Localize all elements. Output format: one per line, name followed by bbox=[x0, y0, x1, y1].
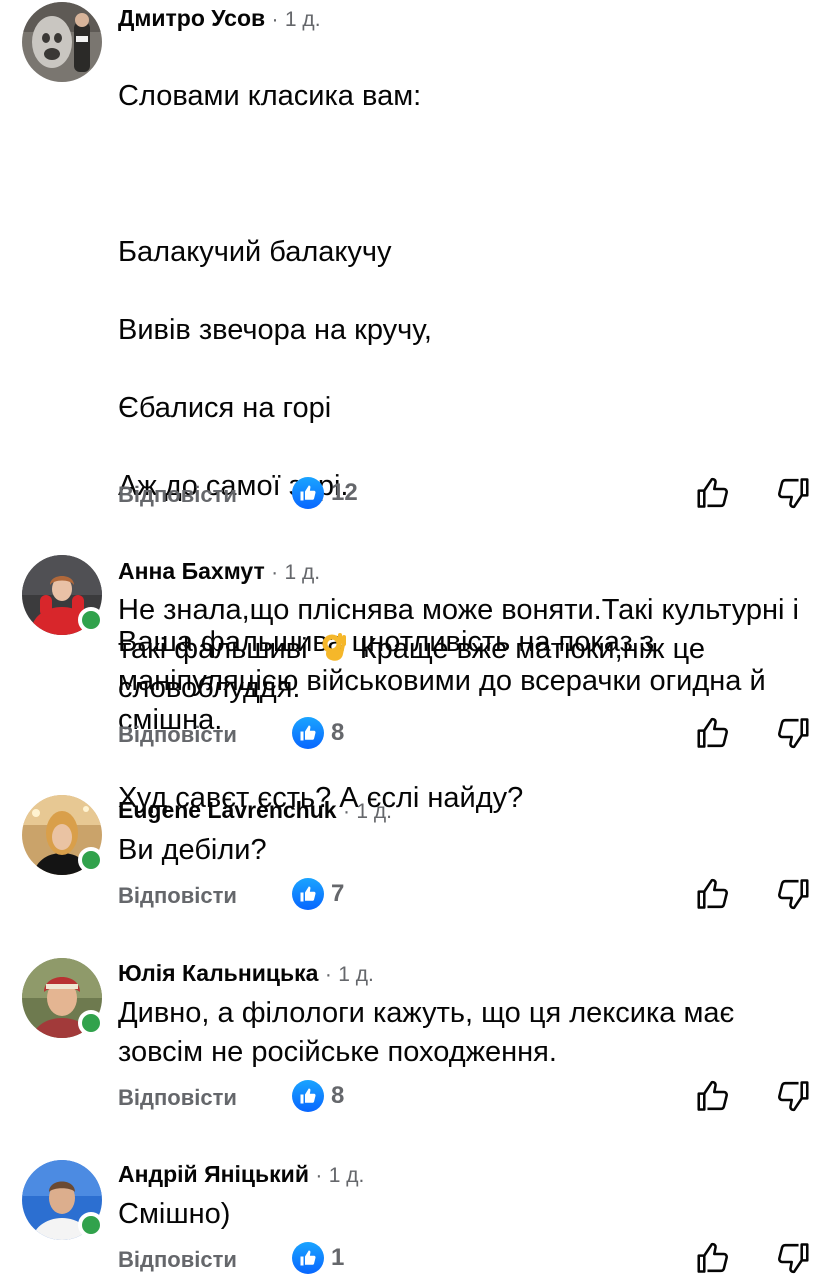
ok-hand-emoji-icon bbox=[322, 633, 346, 661]
comment-header: Анна Бахмут · 1 д. bbox=[118, 556, 320, 588]
reaction-summary[interactable]: 12 bbox=[292, 476, 358, 510]
author-name[interactable]: Андрій Яніцький bbox=[118, 1161, 309, 1187]
comment-actions: Відповісти 1 bbox=[0, 1241, 840, 1281]
comment-line: Єбалися на горі bbox=[118, 392, 332, 424]
thumbs-down-outline-icon[interactable] bbox=[774, 714, 812, 752]
comment-header: Дмитро Усов · 1 д. bbox=[118, 3, 321, 35]
reply-button[interactable]: Відповісти bbox=[118, 1085, 237, 1111]
comment-time[interactable]: 1 д. bbox=[285, 561, 321, 584]
comment-time[interactable]: 1 д. bbox=[356, 800, 392, 823]
thumbs-up-icon bbox=[292, 477, 324, 509]
avatar[interactable] bbox=[22, 2, 102, 82]
thumbs-up-outline-icon[interactable] bbox=[694, 1239, 732, 1277]
online-status-indicator bbox=[78, 1010, 104, 1036]
comment-text: Смішно) bbox=[118, 1198, 231, 1230]
separator-dot: · bbox=[324, 963, 332, 986]
comment-actions: Відповісти 8 bbox=[0, 716, 840, 756]
comment-actions: Відповісти 12 bbox=[0, 476, 840, 516]
separator-dot: · bbox=[315, 1164, 323, 1187]
comment-line-blank bbox=[118, 155, 818, 194]
comment-actions: Відповісти 8 bbox=[0, 1079, 840, 1119]
author-name[interactable]: Анна Бахмут bbox=[118, 558, 265, 584]
avatar[interactable] bbox=[22, 958, 104, 1038]
author-name[interactable]: Eugene Lavrenchuk bbox=[118, 797, 337, 823]
comment-line: Словами класика вам: bbox=[118, 80, 422, 112]
avatar[interactable] bbox=[22, 555, 104, 635]
comment-time[interactable]: 1 д. bbox=[329, 1164, 365, 1187]
reaction-summary[interactable]: 7 bbox=[292, 877, 344, 911]
separator-dot: · bbox=[271, 8, 279, 31]
reply-button[interactable]: Відповісти bbox=[118, 1247, 237, 1273]
like-count: 1 bbox=[331, 1244, 345, 1271]
comment-time[interactable]: 1 д. bbox=[338, 963, 374, 986]
thumbs-down-outline-icon[interactable] bbox=[774, 1077, 812, 1115]
like-count: 8 bbox=[331, 1082, 345, 1109]
author-name[interactable]: Юлія Кальницька bbox=[118, 960, 318, 986]
thumbs-up-outline-icon[interactable] bbox=[694, 714, 732, 752]
reaction-summary[interactable]: 8 bbox=[292, 1079, 344, 1113]
reply-button[interactable]: Відповісти bbox=[118, 722, 237, 748]
comment-header: Андрій Яніцький · 1 д. bbox=[118, 1159, 364, 1191]
author-name[interactable]: Дмитро Усов bbox=[118, 5, 265, 31]
thumbs-up-outline-icon[interactable] bbox=[694, 875, 732, 913]
avatar[interactable] bbox=[22, 1160, 104, 1240]
reaction-summary[interactable]: 8 bbox=[292, 716, 344, 750]
comment-text: Ви дебіли? bbox=[118, 834, 267, 866]
thumbs-down-outline-icon[interactable] bbox=[774, 474, 812, 512]
comment-header: Юлія Кальницька · 1 д. bbox=[118, 958, 374, 990]
thumbs-up-outline-icon[interactable] bbox=[694, 1077, 732, 1115]
thumbs-down-outline-icon[interactable] bbox=[774, 1239, 812, 1277]
thumbs-up-icon bbox=[292, 878, 324, 910]
avatar[interactable] bbox=[22, 795, 104, 875]
comment-line: Балакучий балакучу bbox=[118, 236, 392, 268]
online-status-indicator bbox=[78, 847, 104, 873]
comment-time[interactable]: 1 д. bbox=[285, 8, 321, 31]
reply-button[interactable]: Відповісти bbox=[118, 482, 237, 508]
reply-button[interactable]: Відповісти bbox=[118, 883, 237, 909]
online-status-indicator bbox=[78, 607, 104, 633]
comment-text: Дивно, а філологи кажуть, що ця лексика … bbox=[118, 997, 735, 1068]
thumbs-up-icon bbox=[292, 717, 324, 749]
thumbs-down-outline-icon[interactable] bbox=[774, 875, 812, 913]
separator-dot: · bbox=[271, 561, 279, 584]
like-count: 8 bbox=[331, 719, 345, 746]
like-count: 7 bbox=[331, 880, 345, 907]
separator-dot: · bbox=[342, 800, 350, 823]
avatar-image bbox=[22, 2, 102, 82]
reaction-summary[interactable]: 1 bbox=[292, 1241, 344, 1275]
online-status-indicator bbox=[78, 1212, 104, 1238]
thumbs-up-icon bbox=[292, 1080, 324, 1112]
comment-line: Вивів звечора на кручу, bbox=[118, 314, 432, 346]
comment-actions: Відповісти 7 bbox=[0, 877, 840, 917]
thumbs-up-outline-icon[interactable] bbox=[694, 474, 732, 512]
thumbs-up-icon bbox=[292, 1242, 324, 1274]
comment-text: Не знала,що пліснява може воняти.Такі ку… bbox=[118, 591, 818, 708]
comment-header: Eugene Lavrenchuk · 1 д. bbox=[118, 795, 392, 827]
like-count: 12 bbox=[331, 479, 358, 506]
